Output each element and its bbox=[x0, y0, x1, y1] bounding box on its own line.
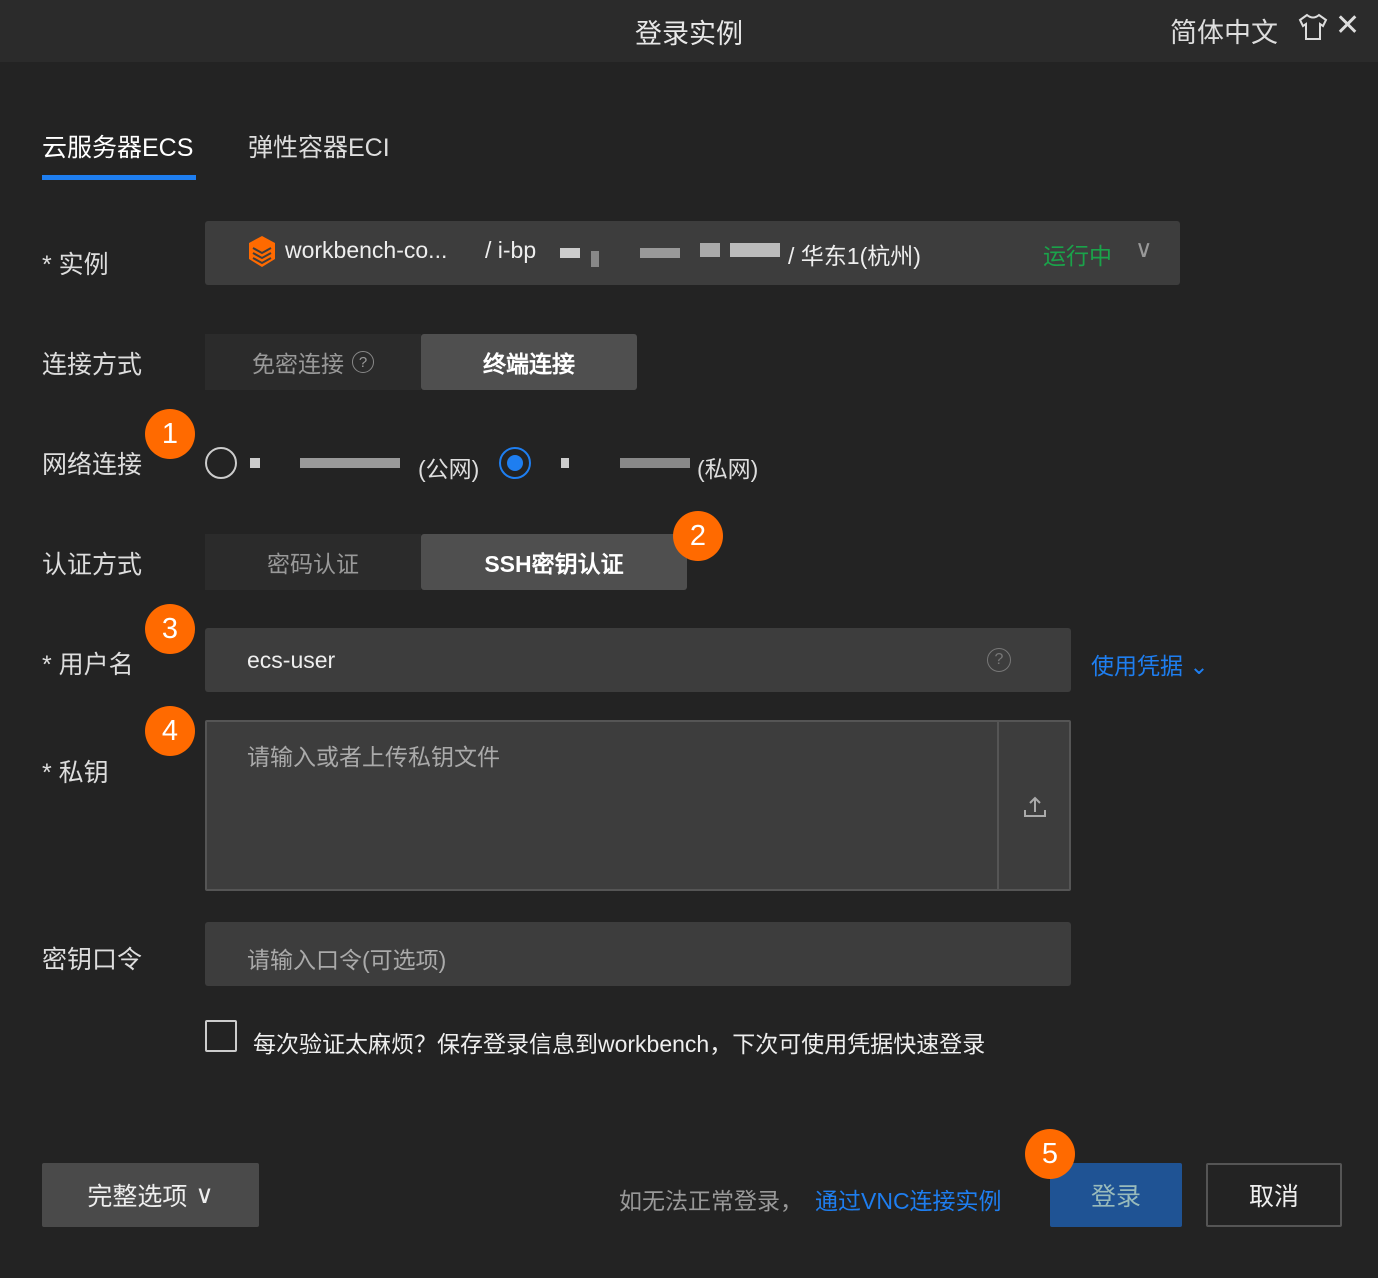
instance-status: 运行中 bbox=[1043, 243, 1112, 269]
help-icon[interactable]: ? bbox=[987, 648, 1011, 672]
tab-ecs[interactable]: 云服务器ECS bbox=[42, 128, 193, 164]
instance-name: workbench-co... bbox=[285, 237, 448, 263]
redacted-id bbox=[560, 248, 580, 258]
passphrase-placeholder: 请输入口令(可选项) bbox=[247, 947, 447, 973]
divider bbox=[997, 722, 999, 889]
public-network-radio[interactable] bbox=[205, 447, 237, 479]
language-switch[interactable]: 简体中文 bbox=[1170, 11, 1278, 50]
public-network-label: (公网) bbox=[418, 456, 480, 482]
login-button[interactable]: 登录 bbox=[1050, 1163, 1182, 1227]
auth-label: 认证方式 bbox=[42, 551, 143, 579]
use-credential-link[interactable]: 使用凭据 ⌄ bbox=[1091, 647, 1209, 681]
instance-id: / i-bp bbox=[485, 237, 537, 263]
ecs-instance-icon bbox=[249, 236, 275, 267]
theme-shirt-icon[interactable] bbox=[1297, 12, 1329, 42]
network-label: 网络连接 bbox=[42, 451, 143, 479]
passwordless-connect-option[interactable]: 免密连接? bbox=[205, 334, 421, 390]
redacted-id bbox=[700, 243, 720, 257]
help-icon[interactable]: ? bbox=[352, 351, 374, 373]
username-input[interactable]: ecs-user ? bbox=[205, 628, 1071, 692]
cancel-button[interactable]: 取消 bbox=[1206, 1163, 1342, 1227]
more-options-button[interactable]: 完整选项 ∨ bbox=[42, 1163, 259, 1227]
redacted-ip bbox=[620, 458, 690, 468]
connection-label: 连接方式 bbox=[42, 351, 143, 379]
redacted-ip bbox=[561, 458, 569, 468]
step-badge-5: 5 bbox=[1025, 1129, 1075, 1179]
private-network-radio[interactable] bbox=[499, 447, 531, 479]
passphrase-input[interactable]: 请输入口令(可选项) bbox=[205, 922, 1071, 986]
chevron-down-icon: ∨ bbox=[1135, 236, 1153, 263]
username-label: * 用户名 bbox=[42, 651, 134, 679]
login-hint: 如无法正常登录， bbox=[619, 1188, 803, 1214]
redacted-id bbox=[591, 251, 599, 267]
step-badge-1: 1 bbox=[145, 409, 195, 459]
password-auth-option[interactable]: 密码认证 bbox=[205, 534, 421, 590]
link-text: 使用凭据 bbox=[1091, 653, 1183, 679]
username-value: ecs-user bbox=[247, 647, 336, 673]
private-network-label: (私网) bbox=[697, 456, 759, 482]
instance-region: / 华东1(杭州) bbox=[788, 243, 921, 269]
upload-icon[interactable] bbox=[1022, 794, 1048, 820]
close-icon[interactable]: ✕ bbox=[1335, 8, 1360, 43]
redacted-ip bbox=[300, 458, 400, 468]
active-tab-indicator bbox=[42, 175, 196, 180]
ssh-key-auth-option[interactable]: SSH密钥认证 bbox=[421, 534, 687, 590]
step-badge-2: 2 bbox=[673, 511, 723, 561]
save-login-label: 每次验证太麻烦？保存登录信息到workbench，下次可使用凭据快速登录 bbox=[253, 1031, 986, 1057]
button-label: 完整选项 bbox=[87, 1183, 188, 1211]
private-key-label: * 私钥 bbox=[42, 759, 109, 787]
instance-label: * 实例 bbox=[42, 251, 109, 279]
step-badge-4: 4 bbox=[145, 706, 195, 756]
vnc-link[interactable]: 通过VNC连接实例 bbox=[815, 1182, 1002, 1216]
redacted-id bbox=[730, 243, 780, 257]
terminal-connect-option[interactable]: 终端连接 bbox=[421, 334, 637, 390]
save-login-checkbox[interactable] bbox=[205, 1020, 237, 1052]
redacted-ip bbox=[250, 458, 260, 468]
tab-eci[interactable]: 弹性容器ECI bbox=[248, 128, 390, 164]
step-badge-3: 3 bbox=[145, 604, 195, 654]
chevron-down-icon: ∨ bbox=[195, 1181, 214, 1209]
option-label: 免密连接 bbox=[252, 351, 344, 377]
instance-select[interactable]: workbench-co... / i-bp / 华东1(杭州) 运行中 ∨ bbox=[205, 221, 1180, 285]
passphrase-label: 密钥口令 bbox=[42, 946, 143, 974]
redacted-id bbox=[640, 248, 680, 258]
private-key-placeholder: 请输入或者上传私钥文件 bbox=[247, 744, 500, 770]
title-bar: 登录实例 简体中文 ✕ bbox=[0, 0, 1378, 62]
private-key-textarea[interactable]: 请输入或者上传私钥文件 bbox=[205, 720, 1071, 891]
